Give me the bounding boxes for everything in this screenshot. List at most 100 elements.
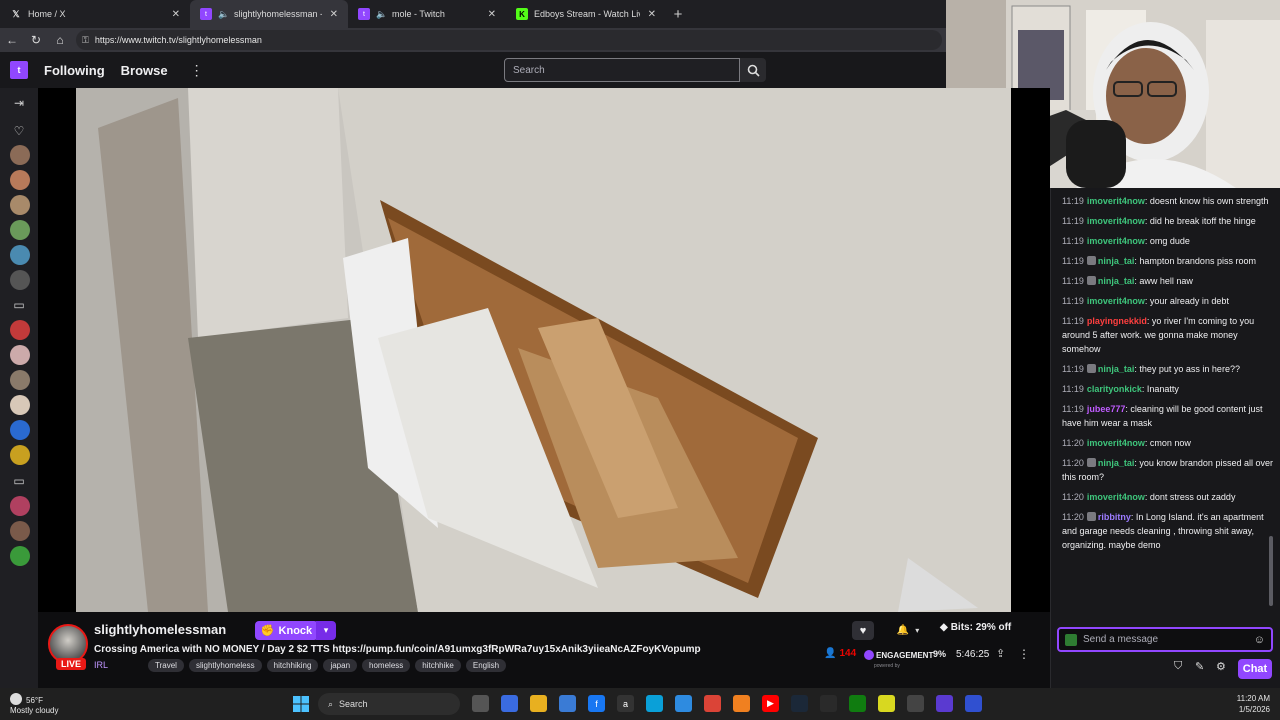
more-icon[interactable]: ⋮ — [190, 62, 204, 79]
home-icon[interactable]: ⌂ — [48, 28, 72, 52]
send-chat-button[interactable]: Chat — [1238, 659, 1272, 679]
weather-widget[interactable]: 56°F Mostly cloudy — [10, 693, 58, 716]
recommended-channel-avatar[interactable] — [10, 370, 30, 390]
tab-twitch-mole[interactable]: t 🔈 mole - Twitch ✕ — [348, 0, 506, 28]
followed-channel-avatar[interactable] — [10, 170, 30, 190]
twitch-logo-icon[interactable]: t — [10, 61, 28, 79]
vlc-icon[interactable] — [733, 695, 750, 712]
app-icon[interactable] — [965, 695, 982, 712]
video-player[interactable] — [38, 88, 1050, 612]
chat-username[interactable]: jubee777 — [1087, 404, 1126, 414]
knock-button[interactable]: ✊ Knock — [255, 621, 318, 640]
tag[interactable]: English — [465, 659, 507, 672]
notes-icon[interactable] — [878, 695, 895, 712]
tag[interactable]: hitchhiking — [266, 659, 319, 672]
recommended-channel-avatar[interactable] — [10, 395, 30, 415]
recommended-channel-avatar[interactable] — [10, 546, 30, 566]
channel-name[interactable]: slightlyhomelessman — [94, 622, 226, 637]
muted-speaker-icon[interactable]: 🔈 — [218, 8, 230, 20]
chat-username[interactable]: ninja_tai — [1098, 276, 1135, 286]
followed-channel-avatar[interactable] — [10, 195, 30, 215]
bits-button[interactable]: ◆ Bits: 29% off — [940, 622, 1011, 633]
task-view-icon[interactable] — [472, 695, 489, 712]
more-options-icon[interactable]: ⋮ — [1018, 647, 1030, 661]
windows-start-icon[interactable] — [293, 696, 309, 712]
followed-channel-avatar[interactable] — [10, 220, 30, 240]
chrome-icon[interactable] — [704, 695, 721, 712]
back-icon[interactable]: ← — [0, 28, 24, 52]
app-icon[interactable] — [820, 695, 837, 712]
chat-username[interactable]: ribbitny — [1098, 512, 1131, 522]
muted-speaker-icon[interactable]: 🔈 — [376, 8, 388, 20]
tag[interactable]: homeless — [362, 659, 411, 672]
tag[interactable]: japan — [323, 659, 358, 672]
nav-following[interactable]: Following — [44, 63, 105, 78]
chat-username[interactable]: imoverit4now — [1087, 196, 1145, 206]
steam-icon[interactable] — [791, 695, 808, 712]
chat-username[interactable]: ninja_tai — [1098, 458, 1135, 468]
url-field[interactable]: ⚿ https://www.twitch.tv/slightlyhomeless… — [76, 30, 942, 50]
emote-picker-icon[interactable]: ☺ — [1254, 634, 1265, 646]
pencil-icon[interactable]: ✎ — [1195, 660, 1204, 673]
tag[interactable]: slightlyhomeless — [188, 659, 262, 672]
taskbar-search[interactable]: ⌕ Search — [318, 693, 460, 715]
chat-scrollbar[interactable] — [1269, 536, 1273, 606]
notification-button[interactable]: 🔔 ▾ — [890, 621, 926, 640]
settings-icon[interactable] — [907, 695, 924, 712]
followed-channel-avatar[interactable] — [10, 270, 30, 290]
gear-icon[interactable]: ⚙ — [1216, 660, 1226, 673]
followed-channel-avatar[interactable] — [10, 145, 30, 165]
youtube-icon[interactable]: ▶ — [762, 695, 779, 712]
mail-icon[interactable] — [675, 695, 692, 712]
copilot-icon[interactable] — [501, 695, 518, 712]
share-icon[interactable]: ⇪ — [996, 647, 1005, 660]
chat-username[interactable]: clarityonkick — [1087, 384, 1142, 394]
facebook-icon[interactable]: f — [588, 695, 605, 712]
tab-kick[interactable]: K Edboys Stream - Watch Live o ✕ — [506, 0, 666, 28]
site-info-icon[interactable]: ⚿ — [82, 35, 89, 46]
engagement-widget[interactable]: ENGAGEMENT — [864, 648, 933, 662]
followed-channel-avatar[interactable] — [10, 245, 30, 265]
close-icon[interactable]: ✕ — [172, 9, 180, 20]
chat-username[interactable]: ninja_tai — [1098, 364, 1135, 374]
recommended-channel-avatar[interactable] — [10, 496, 30, 516]
nav-browse[interactable]: Browse — [121, 63, 168, 78]
tab-x[interactable]: 𝕏 Home / X ✕ — [0, 0, 190, 28]
close-icon[interactable]: ✕ — [488, 9, 496, 20]
recommended-channel-avatar[interactable] — [10, 420, 30, 440]
chat-username[interactable]: ninja_tai — [1098, 256, 1135, 266]
obs-icon[interactable] — [936, 695, 953, 712]
chat-username[interactable]: playingnekkid — [1087, 316, 1147, 326]
new-tab-button[interactable]: + — [666, 2, 690, 26]
knock-dropdown-button[interactable]: ▾ — [316, 621, 336, 640]
category-link[interactable]: IRL — [94, 660, 108, 670]
recommended-channel-avatar[interactable] — [10, 521, 30, 541]
xbox-icon[interactable] — [849, 695, 866, 712]
chat-username[interactable]: imoverit4now — [1087, 296, 1145, 306]
tag[interactable]: hitchhike — [415, 659, 461, 672]
edge-icon[interactable] — [646, 695, 663, 712]
file-explorer-icon[interactable] — [530, 695, 547, 712]
close-icon[interactable]: ✕ — [330, 9, 338, 20]
search-input[interactable]: Search — [504, 58, 740, 82]
tab-twitch-active[interactable]: t 🔈 slightlyhomelessman - Twitch ✕ — [190, 0, 348, 28]
chat-username[interactable]: imoverit4now — [1087, 492, 1145, 502]
refresh-icon[interactable]: ↻ — [24, 28, 48, 52]
chat-username[interactable]: imoverit4now — [1087, 216, 1145, 226]
search-button[interactable] — [740, 58, 766, 82]
system-clock[interactable]: 11:20 AM 1/5/2026 — [1237, 693, 1270, 715]
shield-icon[interactable]: ⛉ — [1174, 660, 1182, 673]
amazon-icon[interactable]: a — [617, 695, 634, 712]
store-icon[interactable] — [559, 695, 576, 712]
recommended-channel-avatar[interactable] — [10, 345, 30, 365]
recommended-channel-avatar[interactable] — [10, 320, 30, 340]
tag[interactable]: Travel — [148, 659, 184, 672]
close-icon[interactable]: ✕ — [648, 9, 656, 20]
recommended-channel-avatar[interactable] — [10, 445, 30, 465]
chat-username[interactable]: imoverit4now — [1087, 438, 1145, 448]
chat-input[interactable]: Send a message ☺ — [1057, 627, 1273, 652]
stream-uptime: 5:46:25 — [956, 649, 990, 660]
follow-button[interactable]: ♥ — [852, 621, 874, 640]
expand-sidebar-icon[interactable]: ⇥ — [10, 94, 28, 112]
chat-username[interactable]: imoverit4now — [1087, 236, 1145, 246]
